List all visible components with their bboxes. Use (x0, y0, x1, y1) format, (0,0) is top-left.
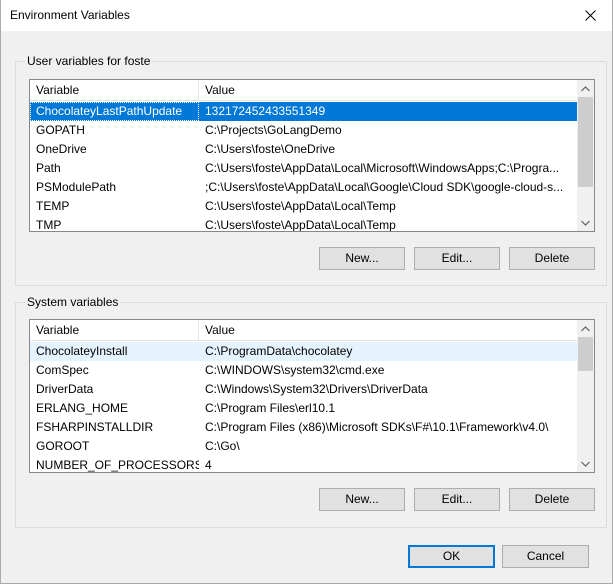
variable-name-cell: GOPATH (36, 123, 85, 137)
table-row[interactable]: ComSpec C:\WINDOWS\system32\cmd.exe (30, 361, 577, 380)
close-button[interactable] (568, 0, 612, 31)
column-header-value[interactable]: Value (199, 80, 577, 101)
scroll-up-button[interactable] (577, 320, 594, 337)
variable-name-cell: GOROOT (36, 439, 90, 453)
scroll-down-button[interactable] (577, 455, 594, 472)
scroll-down-icon (581, 461, 590, 467)
system-variables-rows: ChocolateyInstall C:\ProgramData\chocolat… (30, 342, 577, 472)
variable-value-cell: 4 (205, 458, 212, 472)
variable-value-cell: C:\Windows\System32\Drivers\DriverData (205, 382, 428, 396)
variable-value-cell: C:\Users\foste\OneDrive (205, 142, 336, 156)
vertical-scrollbar[interactable] (577, 80, 594, 231)
list-header: Variable Value (30, 80, 577, 101)
variable-name-cell: ComSpec (36, 363, 89, 377)
variable-value-cell: C:\Program Files\erl10.1 (205, 401, 336, 415)
variable-value-cell: C:\Projects\GoLangDemo (205, 123, 342, 137)
variable-name-cell: PSModulePath (36, 180, 117, 194)
variable-name-cell: ChocolateyInstall (36, 344, 128, 358)
scroll-up-icon (581, 85, 590, 91)
scroll-thumb[interactable] (578, 97, 593, 187)
variable-name-cell: ERLANG_HOME (36, 401, 129, 415)
title-bar: Environment Variables (1, 0, 612, 31)
scroll-up-button[interactable] (577, 80, 594, 97)
user-variables-rows: ChocolateyLastPathUpdate 1321724524335513… (30, 102, 577, 232)
table-row[interactable]: DriverData C:\Windows\System32\Drivers\Dr… (30, 380, 577, 399)
table-row[interactable]: ERLANG_HOME C:\Program Files\erl10.1 (30, 399, 577, 418)
table-row[interactable]: NUMBER_OF_PROCESSORS 4 (30, 456, 577, 472)
variable-value-cell: C:\Go\ (205, 439, 240, 453)
list-header: Variable Value (30, 320, 577, 341)
variable-value-cell: C:\Users\foste\AppData\Local\Temp (205, 218, 396, 232)
variable-name-cell: Path (36, 161, 61, 175)
variable-name-cell: FSHARPINSTALLDIR (36, 420, 154, 434)
table-row[interactable]: OneDrive C:\Users\foste\OneDrive (30, 140, 577, 159)
table-row[interactable]: GOPATH C:\Projects\GoLangDemo (30, 121, 577, 140)
scroll-thumb[interactable] (578, 337, 593, 371)
vertical-scrollbar[interactable] (577, 320, 594, 472)
table-row[interactable]: PSModulePath ;C:\Users\foste\AppData\Loca… (30, 178, 577, 197)
variable-name-cell: TEMP (36, 199, 70, 213)
user-delete-button[interactable]: Delete (509, 247, 595, 270)
table-row[interactable]: ChocolateyLastPathUpdate 1321724524335513… (30, 102, 577, 121)
system-variables-list[interactable]: Variable Value ChocolateyInstall C:\Progr… (29, 319, 595, 473)
system-variables-label: System variables (25, 294, 121, 310)
window-title: Environment Variables (10, 8, 130, 22)
scroll-up-icon (581, 325, 590, 331)
system-edit-button[interactable]: Edit... (414, 488, 500, 511)
column-header-variable[interactable]: Variable (30, 320, 199, 341)
variable-name-cell: DriverData (36, 382, 94, 396)
scroll-down-icon (581, 220, 590, 226)
environment-variables-dialog: Environment Variables User variables for… (0, 0, 613, 584)
table-row[interactable]: FSHARPINSTALLDIR C:\Program Files (x86)\M… (30, 418, 577, 437)
table-row[interactable]: ChocolateyInstall C:\ProgramData\chocolat… (30, 342, 577, 361)
variable-value-cell: 132172452433551349 (205, 104, 326, 118)
variable-value-cell: C:\WINDOWS\system32\cmd.exe (205, 363, 385, 377)
column-header-value[interactable]: Value (199, 320, 577, 341)
close-icon (584, 10, 596, 21)
table-row[interactable]: TEMP C:\Users\foste\AppData\Local\Temp (30, 197, 577, 216)
table-row[interactable]: GOROOT C:\Go\ (30, 437, 577, 456)
system-variables-group: System variables Variable Value Chocolat… (15, 294, 607, 528)
system-delete-button[interactable]: Delete (509, 488, 595, 511)
variable-value-cell: C:\Program Files (x86)\Microsoft SDKs\F#… (205, 420, 549, 434)
column-header-variable[interactable]: Variable (30, 80, 199, 101)
variable-value-cell: C:\ProgramData\chocolatey (205, 344, 353, 358)
variable-name-cell: TMP (36, 218, 62, 232)
ok-button[interactable]: OK (408, 545, 495, 568)
user-variables-list[interactable]: Variable Value ChocolateyLastPathUpdate 1… (29, 79, 595, 232)
table-row[interactable]: TMP C:\Users\foste\AppData\Local\Temp (30, 216, 577, 232)
user-edit-button[interactable]: Edit... (414, 247, 500, 270)
variable-name-cell: OneDrive (36, 142, 87, 156)
variable-name-cell: ChocolateyLastPathUpdate (30, 102, 199, 121)
variable-value-cell: C:\Users\foste\AppData\Local\Temp (205, 199, 396, 213)
system-new-button[interactable]: New... (319, 488, 405, 511)
variable-value-cell: C:\Users\foste\AppData\Local\Microsoft\W… (205, 161, 560, 175)
user-variables-label: User variables for foste (25, 53, 153, 69)
variable-name-cell: NUMBER_OF_PROCESSORS (36, 458, 199, 472)
user-new-button[interactable]: New... (319, 247, 405, 270)
table-row[interactable]: Path C:\Users\foste\AppData\Local\Microso… (30, 159, 577, 178)
cancel-button[interactable]: Cancel (502, 545, 589, 568)
variable-value-cell: ;C:\Users\foste\AppData\Local\Google\Clo… (205, 180, 564, 194)
user-variables-group: User variables for foste Variable Value … (15, 53, 607, 286)
scroll-down-button[interactable] (577, 214, 594, 231)
